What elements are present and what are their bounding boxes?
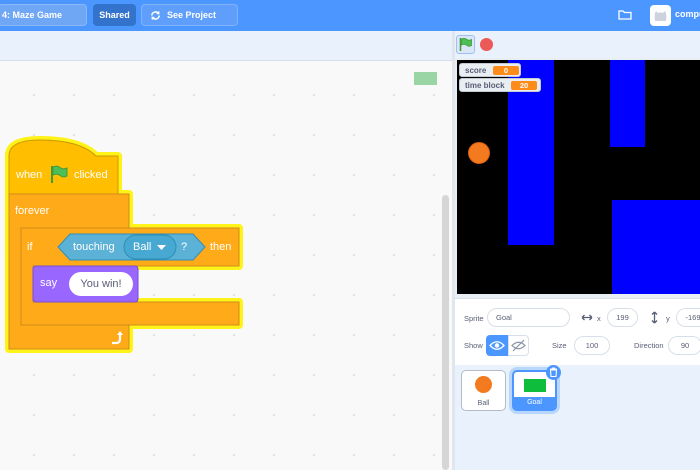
eye-icon bbox=[489, 341, 505, 350]
maze-wall bbox=[612, 200, 700, 294]
touching-label: touching bbox=[73, 241, 115, 253]
code-tab-strip bbox=[0, 31, 452, 61]
if-label: if bbox=[27, 241, 33, 253]
folder-icon[interactable] bbox=[618, 9, 632, 20]
ball-thumbnail bbox=[475, 376, 492, 393]
y-arrows-icon bbox=[651, 311, 658, 324]
score-monitor[interactable]: score 0 bbox=[459, 63, 521, 77]
sprite-tile-name: Goal bbox=[514, 397, 555, 409]
green-flag-button[interactable] bbox=[456, 35, 475, 54]
stop-icon[interactable] bbox=[480, 38, 493, 51]
touching-question-mark: ? bbox=[181, 241, 188, 253]
y-label: y bbox=[666, 314, 670, 323]
time-block-monitor[interactable]: time block 20 bbox=[459, 78, 541, 92]
forever-label: forever bbox=[15, 205, 50, 217]
hat-clicked-label: clicked bbox=[74, 169, 108, 181]
code-workspace[interactable] bbox=[0, 61, 452, 470]
ball-sprite[interactable] bbox=[468, 142, 490, 164]
show-label: Show bbox=[464, 341, 483, 350]
direction-input[interactable]: 90 bbox=[668, 336, 700, 355]
x-input[interactable]: 199 bbox=[607, 308, 638, 327]
show-hidden-button[interactable] bbox=[508, 335, 529, 356]
sprite-tile-ball[interactable]: Ball bbox=[461, 370, 506, 411]
x-arrows-icon bbox=[581, 314, 593, 321]
score-monitor-label: score bbox=[465, 66, 487, 75]
time-block-monitor-label: time block bbox=[465, 81, 505, 90]
sprite-label: Sprite bbox=[464, 314, 484, 323]
direction-label: Direction bbox=[634, 341, 664, 350]
score-monitor-value: 0 bbox=[493, 66, 519, 75]
time-block-monitor-value: 20 bbox=[511, 81, 537, 90]
y-input[interactable]: -169 bbox=[676, 308, 700, 327]
stage-canvas[interactable] bbox=[457, 60, 700, 294]
size-input[interactable]: 100 bbox=[574, 336, 610, 355]
hat-when-label: when bbox=[16, 169, 43, 181]
touching-target-value: Ball bbox=[133, 241, 152, 253]
x-label: x bbox=[597, 314, 601, 323]
eye-hidden-icon bbox=[511, 339, 526, 352]
block-minimap bbox=[414, 72, 437, 85]
sprite-tile-name: Ball bbox=[477, 400, 490, 407]
green-flag-icon bbox=[459, 37, 472, 51]
avatar-icon[interactable] bbox=[650, 5, 671, 26]
say-label: say bbox=[40, 277, 58, 289]
see-project-page-button[interactable]: See Project Page bbox=[141, 4, 238, 40]
delete-sprite-button[interactable] bbox=[546, 365, 561, 380]
username[interactable]: compu bbox=[675, 9, 700, 19]
sprite-name-input[interactable]: Goal bbox=[487, 308, 570, 327]
size-label: Size bbox=[552, 341, 567, 350]
shared-button[interactable]: Shared bbox=[93, 4, 136, 26]
show-visible-button[interactable] bbox=[486, 335, 508, 356]
goal-thumbnail bbox=[524, 379, 546, 392]
then-label: then bbox=[210, 241, 232, 253]
maze-wall bbox=[610, 60, 645, 147]
trash-icon bbox=[549, 367, 558, 378]
remix-icon bbox=[151, 11, 160, 20]
project-title-input[interactable]: 4: Maze Game bbox=[0, 4, 87, 26]
code-scrollbar[interactable] bbox=[442, 195, 449, 470]
say-message-input[interactable]: You win! bbox=[69, 272, 133, 296]
